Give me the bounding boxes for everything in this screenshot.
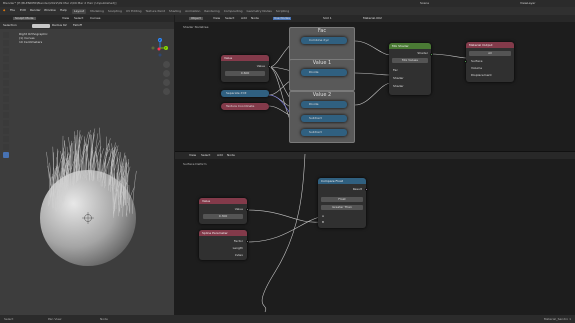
status-info: Material_Sandro 1 (543, 316, 571, 321)
node-mix-shader-output-socket[interactable] (430, 53, 433, 56)
node-value-field[interactable]: 0.600 (225, 71, 265, 76)
geo-node-compare-input-b: B (322, 220, 325, 224)
tab-animation[interactable]: Animation (185, 9, 200, 13)
node-mix-shader-input-shader1: Shader (393, 76, 404, 80)
geometry-node-editor[interactable]: View Select Add Node Surface Deform Valu… (175, 152, 575, 315)
geo-output-factor: Factor (233, 239, 243, 243)
geo-node-spline-parameter-title: Spline Parameter (202, 230, 228, 235)
geo-node-compare-output: Result (352, 187, 362, 191)
geo-output-index: Index (234, 253, 243, 257)
geo-node-value-title: Value (202, 198, 211, 203)
frame-value2-title: Value 2 (312, 92, 332, 98)
geo-node-value-output-socket[interactable] (246, 208, 249, 211)
node-material-output-volume: Volume (471, 66, 483, 70)
menu-render[interactable]: Render (30, 9, 41, 12)
node-subtract-2-title: Subtract (309, 130, 322, 134)
viewport[interactable]: Sculpt Mode View Select Curves Selection… (0, 15, 174, 315)
tab-texture-paint[interactable]: Texture Paint (146, 9, 165, 13)
node-value-output-label: Value (256, 64, 265, 68)
geo-node-compare-input-a: A (322, 214, 325, 218)
node-value-output-socket[interactable] (268, 65, 271, 68)
frame-fac-title: Fac (317, 28, 327, 34)
geo-node-compare-header: Compare Float (318, 178, 366, 184)
geo-node-compare[interactable]: Compare Float Result Float Greater Than … (318, 178, 368, 228)
geo-node-value-header: Value (199, 198, 247, 204)
tab-rendering[interactable]: Rendering (204, 9, 219, 13)
geo-output-factor-socket[interactable] (246, 240, 249, 243)
geo-output-length: Length (232, 246, 243, 250)
menu-bar: ◆ File Edit Render Window Help Layout Mo… (0, 7, 575, 15)
node-separate-xyz-title: Separate XYZ (226, 91, 247, 95)
tab-layout[interactable]: Layout (72, 8, 87, 14)
node-value[interactable]: Value Value 0.600 (221, 55, 271, 82)
status-pan-view: Pan View (48, 316, 62, 321)
node-combine-xyz-title: Combine Xyz (309, 38, 329, 42)
node-subtract[interactable]: Subtract (301, 115, 347, 122)
menu-window[interactable]: Window (44, 9, 56, 12)
node-material-output-title: Material Output (469, 42, 493, 47)
node-mix-shader[interactable]: Mix Shader Shader Mix Values Fac Shader … (389, 43, 433, 95)
node-divide-title: Divide (309, 70, 319, 74)
node-mix-shader-output-label: Shader (417, 51, 428, 55)
tab-uv-editing[interactable]: UV Editing (126, 9, 142, 13)
geo-node-spline-parameter-header: Spline Parameter (199, 230, 247, 236)
view-layer-selector[interactable]: ViewLayer (520, 2, 535, 5)
tab-modeling[interactable]: Modeling (90, 9, 104, 13)
node-mix-shader-input-shader2: Shader (393, 84, 404, 88)
node-mix-shader-title: Mix Shader (392, 43, 409, 48)
node-texture-coordinate-title: Texture Coordinate (226, 104, 255, 108)
node-material-output-surface-socket[interactable] (464, 60, 467, 63)
geo-node-compare-operation[interactable]: Greater Than (321, 205, 363, 210)
node-value-header: Value (221, 55, 269, 61)
menu-file[interactable]: File (10, 9, 15, 12)
geo-node-compare-output-socket[interactable] (365, 188, 368, 191)
tab-shading[interactable]: Shading (169, 9, 181, 13)
geo-node-value-field[interactable]: 0.300 (203, 214, 243, 219)
blender-logo-icon[interactable]: ◆ (3, 9, 5, 12)
node-material-output[interactable]: Material Output All Surface Volume Displ… (464, 42, 514, 82)
status-node: Node (100, 316, 108, 321)
geo-node-value[interactable]: Value Value 0.300 (199, 198, 249, 224)
node-separate-xyz[interactable]: Separate XYZ (221, 90, 269, 97)
tab-geometry-nodes[interactable]: Geometry Nodes (247, 9, 272, 13)
node-material-output-target[interactable]: All (469, 51, 511, 56)
node-mix-shader-input-fac: Fac (393, 68, 398, 72)
tab-sculpting[interactable]: Sculpting (108, 9, 122, 13)
geo-node-compare-title: Compare Float (321, 178, 343, 183)
node-divide-2-title: Divide (309, 102, 319, 106)
shader-links (268, 40, 467, 134)
node-divide-2[interactable]: Divide (301, 101, 347, 108)
status-bar: Select Pan View Node Material_Sandro 1 (0, 315, 575, 323)
window-title: Blender* [E:\BLENDER\Blender\2022\09 Mar… (3, 1, 117, 5)
menu-edit[interactable]: Edit (20, 9, 26, 12)
node-mix-shader-header: Mix Shader (389, 43, 431, 49)
node-mix-shader-mode[interactable]: Mix Values (392, 58, 428, 63)
hair-sphere-render (40, 127, 137, 266)
status-select: Select (4, 316, 14, 321)
geo-node-value-output-label: Value (234, 207, 243, 211)
frame-value1-title: Value 1 (312, 60, 332, 66)
menu-help[interactable]: Help (60, 9, 67, 12)
tab-compositing[interactable]: Compositing (224, 9, 243, 13)
tab-scripting[interactable]: Scripting (276, 9, 289, 13)
geo-node-spline-parameter[interactable]: Spline Parameter Factor Length Index (199, 230, 249, 260)
node-subtract-2[interactable]: Subtract (301, 129, 347, 136)
scene-selector[interactable]: Scene (420, 2, 429, 5)
node-combine-xyz[interactable]: Combine Xyz (301, 37, 347, 44)
geo-node-compare-type[interactable]: Float (321, 197, 363, 202)
node-material-output-displacement: Displacement (471, 73, 492, 77)
shader-editor[interactable]: Object View Select Add Node Use Nodes Sl… (175, 15, 575, 151)
node-divide[interactable]: Divide (301, 69, 347, 76)
workspace-tabs: Layout Modeling Sculpting UV Editing Tex… (72, 7, 289, 15)
node-subtract-title: Subtract (309, 116, 322, 120)
node-texture-coordinate[interactable]: Texture Coordinate (221, 103, 269, 110)
top-bar: Blender* [E:\BLENDER\Blender\2022\09 Mar… (0, 0, 575, 7)
node-value-title: Value (224, 55, 233, 60)
hair-strand (99, 127, 102, 175)
frame-fac[interactable]: Fac (289, 27, 355, 63)
blender-window: Blender* [E:\BLENDER\Blender\2022\09 Mar… (0, 0, 575, 323)
node-material-output-surface: Surface (471, 59, 483, 63)
node-material-output-header: Material Output (466, 42, 514, 48)
